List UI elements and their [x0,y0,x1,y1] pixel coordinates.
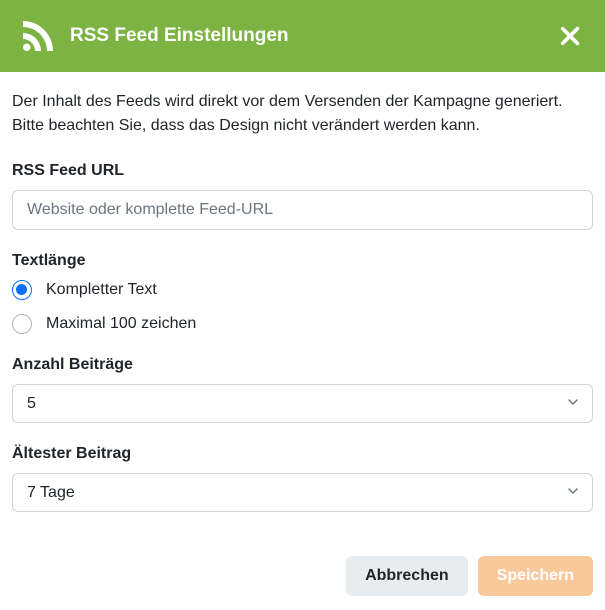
radio-option-full[interactable]: Kompletter Text [12,280,593,300]
radio-max100[interactable] [12,314,32,334]
oldest-label: Ältester Beitrag [12,445,593,463]
count-group: Anzahl Beiträge 5 [12,356,593,423]
radio-full[interactable] [12,280,32,300]
oldest-group: Ältester Beitrag 7 Tage [12,445,593,512]
url-label: RSS Feed URL [12,162,593,180]
oldest-select[interactable]: 7 Tage [12,473,593,512]
count-label: Anzahl Beiträge [12,356,593,374]
dialog-title: RSS Feed Einstellungen [70,25,555,47]
close-button[interactable] [555,21,585,51]
dialog-header: RSS Feed Einstellungen [0,0,605,72]
rss-icon [20,18,56,54]
dialog-content: Der Inhalt des Feeds wird direkt vor dem… [0,72,605,546]
radio-option-max100[interactable]: Maximal 100 zeichen [12,314,593,334]
dialog-footer: Abbrechen Speichern [0,546,605,610]
radio-max100-label: Maximal 100 zeichen [46,315,196,333]
close-icon [559,25,581,47]
radio-full-label: Kompletter Text [46,281,157,299]
save-button[interactable]: Speichern [478,556,593,596]
textlength-group: Textlänge Kompletter Text Maximal 100 ze… [12,252,593,334]
textlength-label: Textlänge [12,252,593,270]
count-select[interactable]: 5 [12,384,593,423]
url-input[interactable] [12,190,593,230]
cancel-button[interactable]: Abbrechen [346,556,468,596]
description-text: Der Inhalt des Feeds wird direkt vor dem… [12,90,593,138]
url-group: RSS Feed URL [12,162,593,230]
